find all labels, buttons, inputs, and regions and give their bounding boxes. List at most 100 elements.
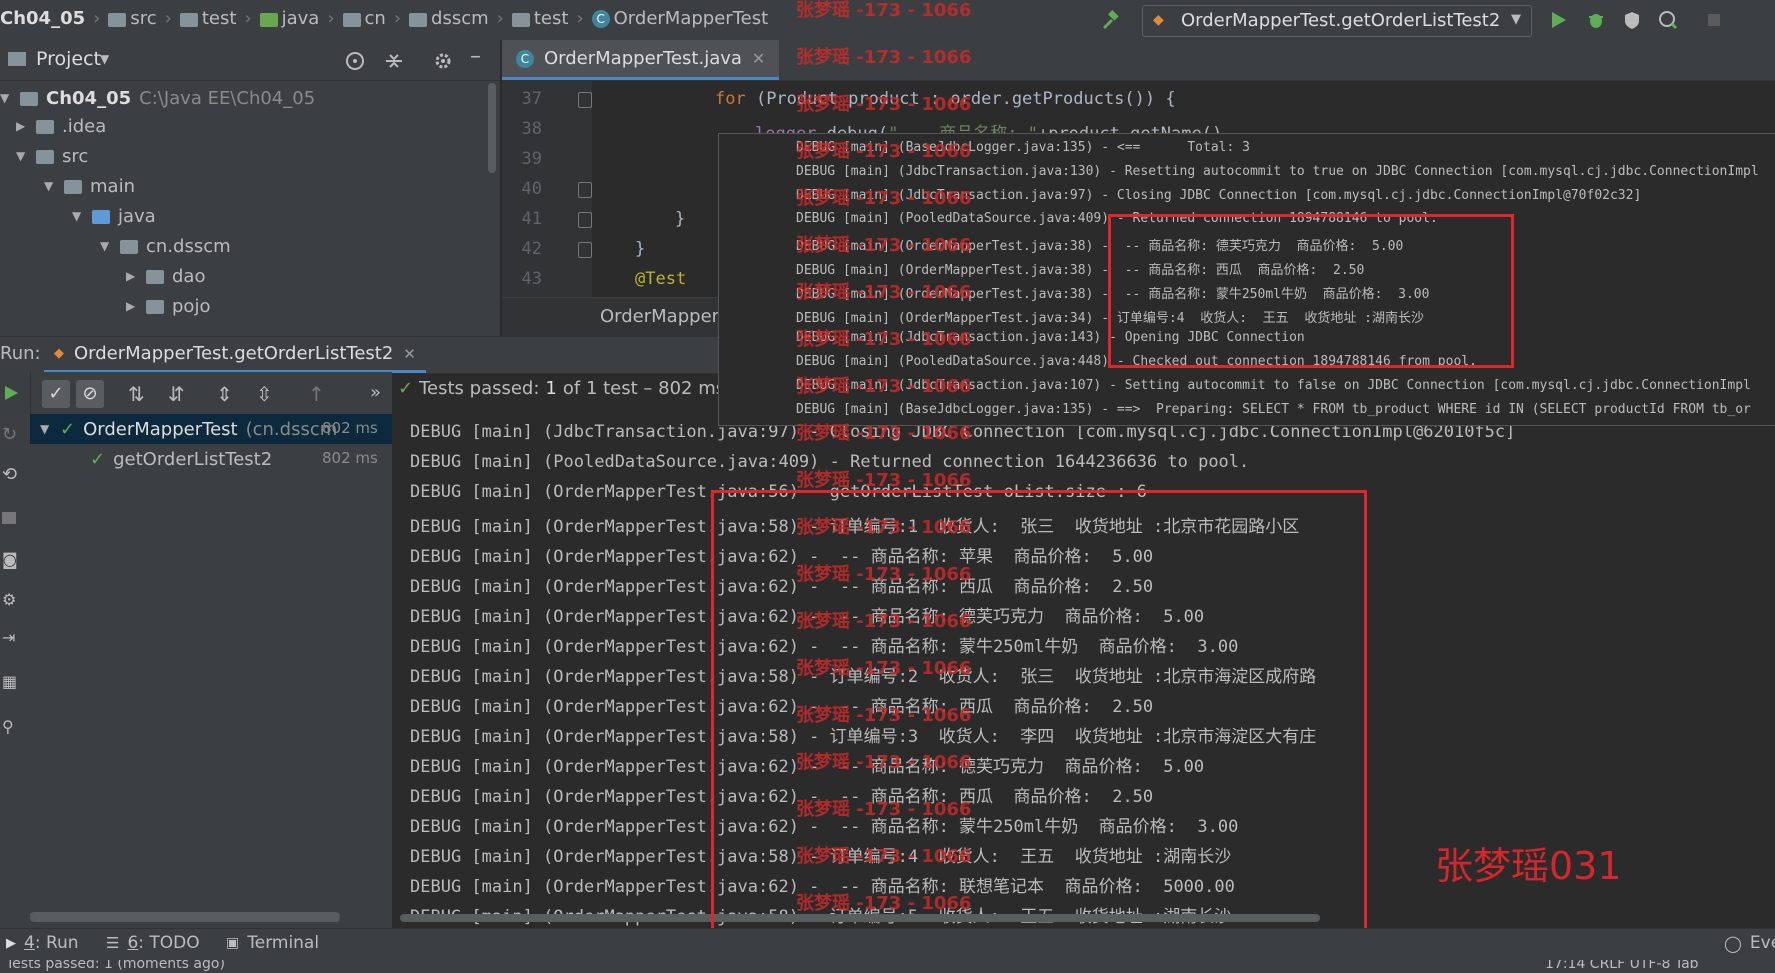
tree-item-cn-dsscm[interactable]: ▼ cn.dsscm: [100, 232, 231, 260]
tab-key: 6: [127, 933, 139, 953]
breadcrumb-item-test-pkg[interactable]: test: [534, 8, 569, 29]
watermark-text: 张梦瑶 -173 - 1066: [796, 141, 972, 162]
tab-order-mapper-test[interactable]: C OrderMapperTest.java ✕: [502, 40, 780, 80]
collapse-all-icon[interactable]: [383, 50, 405, 72]
expanded-arrow-icon[interactable]: ▼: [0, 91, 12, 105]
watermark-text: 张梦瑶 -173 - 1066: [796, 564, 972, 585]
tree-item-java[interactable]: ▼ java: [72, 202, 156, 230]
tree-horizontal-scrollbar[interactable]: [30, 912, 340, 922]
more-icon[interactable]: »: [370, 382, 381, 403]
project-panel-header: Project ▼ –: [0, 40, 500, 81]
coverage-icon[interactable]: [1622, 10, 1642, 30]
watermark-text: 张梦瑶 -173 - 1066: [796, 705, 972, 726]
minimize-icon[interactable]: –: [470, 44, 481, 69]
test-node-method[interactable]: ✓ getOrderListTest2: [90, 445, 272, 473]
tree-item-pojo[interactable]: ▶ pojo: [126, 292, 210, 320]
rerun-icon[interactable]: [2, 384, 20, 402]
sort-alpha-icon[interactable]: ⇅: [128, 382, 145, 406]
chevron-right-icon: ›: [164, 8, 172, 29]
collapsed-arrow-icon[interactable]: ▶: [126, 269, 138, 283]
expanded-arrow-icon[interactable]: ▼: [100, 239, 112, 253]
breadcrumb-item-class[interactable]: OrderMapperTest: [614, 8, 769, 29]
package-icon: [146, 300, 164, 314]
show-passed-icon[interactable]: ✓: [42, 380, 70, 408]
editor-breadcrumb[interactable]: OrderMapper: [600, 306, 719, 327]
breadcrumb-item-cn[interactable]: cn: [365, 8, 386, 29]
tab-run[interactable]: ▶ 4: Run: [6, 933, 79, 953]
breadcrumb-item-project[interactable]: Ch04_05: [0, 8, 85, 29]
fold-marker-icon[interactable]: [578, 212, 592, 228]
stop-icon[interactable]: [2, 512, 16, 524]
project-tree: ▼ Ch04_05 C:\Java EE\Ch04_05 ▶ .idea ▼ s…: [0, 81, 500, 336]
build-hammer-icon[interactable]: [1100, 10, 1120, 30]
camera-icon[interactable]: ◙: [2, 550, 18, 569]
editor-breadcrumb-bar: OrderMapper: [502, 297, 719, 336]
collapsed-arrow-icon[interactable]: ▶: [16, 119, 28, 133]
debug-icon[interactable]: [1586, 10, 1606, 30]
layout-icon[interactable]: ▦: [2, 672, 17, 691]
status-widgets[interactable]: 17:14 CRLF UTF-8 Tab: [1545, 960, 1699, 972]
gear-icon[interactable]: [432, 50, 454, 72]
popup-line: DEBUG [main] (JdbcTransaction.java:130) …: [796, 163, 1759, 179]
show-ignored-icon[interactable]: ⊘: [76, 380, 104, 408]
event-log-icon: ◯: [1724, 933, 1742, 953]
test-node-class[interactable]: ▼ ✓ OrderMapperTest (cn.dsscm: [40, 415, 337, 443]
profiler-icon[interactable]: [1658, 10, 1678, 30]
tool-window-bar: ▶ 4: Run ☰ 6: TODO ▣ Terminal ◯ Eve: [0, 928, 1775, 961]
pin-icon[interactable]: ⚲: [2, 717, 14, 736]
package-icon: [409, 12, 428, 27]
fold-marker-icon[interactable]: [578, 92, 592, 108]
stop-icon[interactable]: [1704, 10, 1724, 30]
expanded-arrow-icon[interactable]: ▼: [72, 209, 84, 223]
tree-item-label: Ch04_05: [46, 87, 132, 109]
sort-duration-icon[interactable]: ⇵: [168, 382, 185, 406]
tab-terminal[interactable]: ▣ Terminal: [226, 933, 319, 953]
project-scrollbar[interactable]: [488, 83, 496, 173]
watermark-text: 张梦瑶 -173 - 1066: [796, 329, 972, 350]
tree-item-main[interactable]: ▼ main: [44, 172, 135, 200]
status-suffix: of 1 test – 802 ms: [562, 378, 726, 399]
run-icon[interactable]: [1548, 10, 1568, 30]
tree-item-src[interactable]: ▼ src: [16, 142, 88, 170]
fold-marker-icon[interactable]: [578, 182, 592, 198]
passed-check-icon: ✓: [398, 378, 414, 399]
previous-failed-icon[interactable]: ↑: [308, 382, 325, 406]
tab-todo[interactable]: ☰ 6: TODO: [106, 933, 200, 953]
close-icon[interactable]: ✕: [752, 49, 765, 68]
tree-item-dao[interactable]: ▶ dao: [126, 262, 205, 290]
breadcrumb-item-test[interactable]: test: [202, 8, 237, 29]
tree-item-label: cn.dsscm: [146, 235, 231, 257]
locate-icon[interactable]: [344, 50, 366, 72]
rerun-failed-icon[interactable]: ↻: [2, 424, 17, 445]
collapse-all-icon[interactable]: ⇳: [256, 382, 273, 406]
passed-check-icon: ✓: [90, 448, 106, 470]
toggle-auto-test-icon[interactable]: ⟲: [2, 464, 17, 485]
fold-marker-icon[interactable]: [578, 242, 592, 258]
expanded-arrow-icon[interactable]: ▼: [40, 422, 52, 436]
run-configuration-dropdown[interactable]: ◆ OrderMapperTest.getOrderListTest2 ▼: [1142, 5, 1532, 37]
project-panel-title[interactable]: Project: [36, 48, 101, 70]
tree-item-project[interactable]: ▼ Ch04_05 C:\Java EE\Ch04_05: [0, 84, 315, 112]
status-message[interactable]: Tests passed: 1 (moments ago): [6, 960, 225, 972]
tree-item-label: main: [90, 175, 135, 197]
breadcrumb-item-dsscm[interactable]: dsscm: [431, 8, 489, 29]
tab-label: Terminal: [247, 933, 320, 953]
breadcrumb-item-java[interactable]: java: [282, 8, 320, 29]
project-path: C:\Java EE\Ch04_05: [139, 87, 316, 109]
settings-icon[interactable]: ⚙: [2, 590, 16, 609]
highlight-box: [1108, 214, 1514, 368]
tab-label: : Run: [34, 933, 79, 953]
collapsed-arrow-icon[interactable]: ▶: [126, 299, 138, 313]
chevron-down-icon[interactable]: ▼: [100, 52, 109, 66]
watermark-text: 张梦瑶 -173 - 1066: [796, 517, 972, 538]
run-tab[interactable]: ◆ OrderMapperTest.getOrderListTest2 ✕: [44, 337, 426, 373]
close-icon[interactable]: ✕: [403, 345, 416, 363]
expand-all-icon[interactable]: ⇕: [216, 382, 233, 406]
breadcrumb-item-src[interactable]: src: [130, 8, 156, 29]
import-icon[interactable]: ⇥: [2, 628, 15, 647]
expanded-arrow-icon[interactable]: ▼: [44, 179, 56, 193]
chevron-down-icon: ▼: [1511, 12, 1521, 27]
expanded-arrow-icon[interactable]: ▼: [16, 149, 28, 163]
tab-event-log[interactable]: ◯ Eve: [1724, 933, 1775, 953]
tree-item-idea[interactable]: ▶ .idea: [16, 112, 106, 140]
